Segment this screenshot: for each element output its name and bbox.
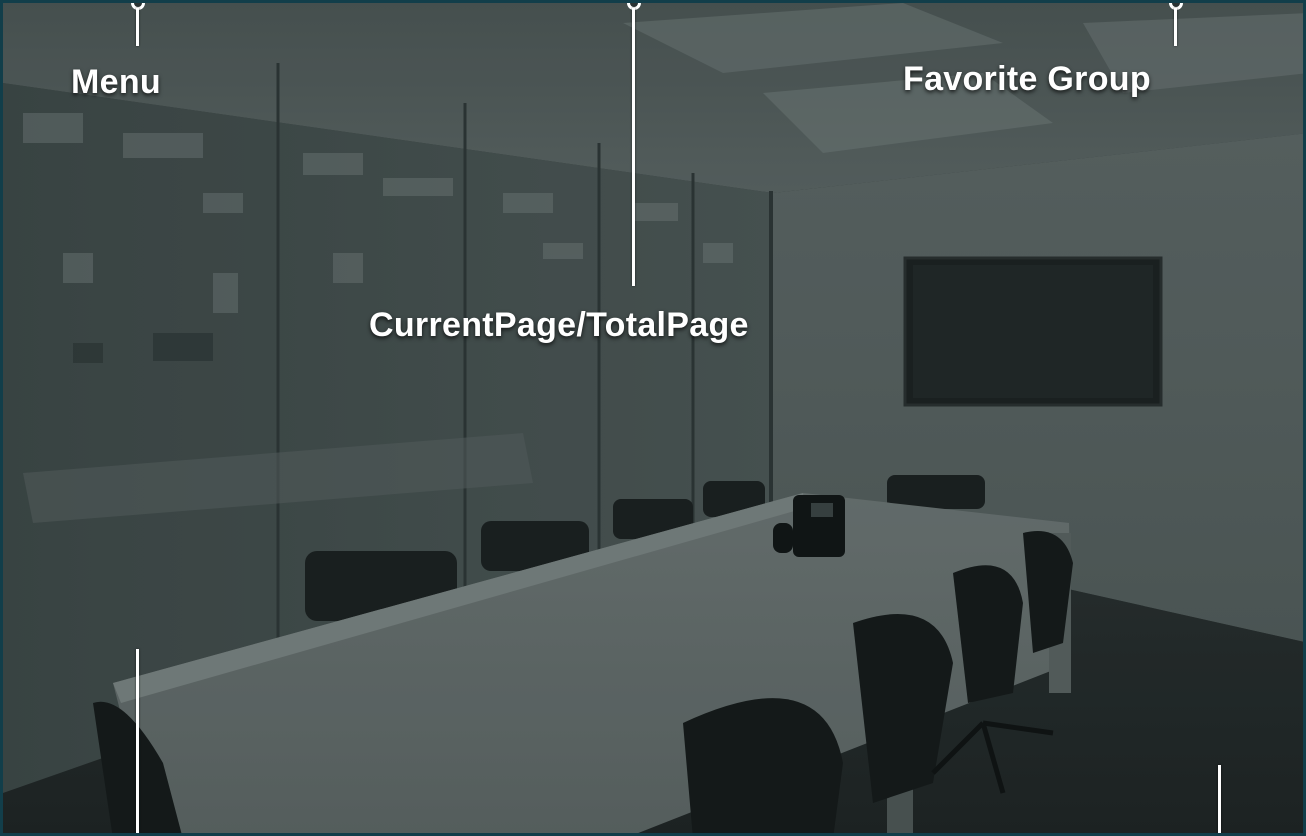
- menu-bottom-callout-line: [136, 649, 139, 833]
- menu-callout-label: Menu: [71, 63, 161, 101]
- page-indicator-callout-label: CurrentPage/TotalPage: [369, 306, 749, 344]
- menu-callout-line: [136, 8, 139, 46]
- favorite-group-callout-label: Favorite Group: [903, 60, 1151, 98]
- favorite-group-callout-line: [1174, 8, 1177, 46]
- screen-frame: Menu CurrentPage/TotalPage Favorite Grou…: [0, 0, 1306, 836]
- bottom-right-callout-line: [1218, 765, 1221, 833]
- page-indicator-callout-line: [632, 8, 635, 286]
- conference-room-photo: [3, 3, 1303, 833]
